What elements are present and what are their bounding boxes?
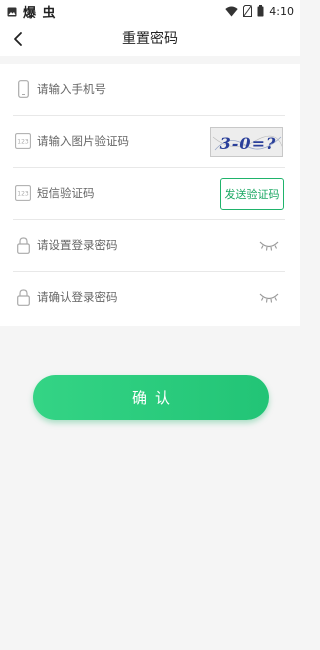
confirm-button[interactable]: 确认 xyxy=(33,375,269,420)
image-captcha-row: 123 3-0=? xyxy=(13,116,285,168)
status-time: 4:10 xyxy=(269,4,294,18)
reset-password-form: 123 3-0=? 123 发送验证码 xyxy=(0,64,300,326)
confirm-password-input[interactable] xyxy=(37,285,207,309)
sms-code-row: 123 发送验证码 xyxy=(13,168,285,220)
phone-input[interactable] xyxy=(37,77,207,101)
eye-closed-icon[interactable] xyxy=(259,238,279,252)
password-row xyxy=(13,220,285,272)
eye-closed-icon[interactable] xyxy=(259,290,279,304)
battery-icon xyxy=(257,2,264,21)
svg-text:123: 123 xyxy=(17,139,29,146)
phone-row xyxy=(13,64,285,116)
phone-icon xyxy=(15,79,31,99)
wifi-icon xyxy=(225,2,238,21)
status-bar: 爆 虫 4:10 xyxy=(0,0,300,22)
back-button[interactable] xyxy=(6,27,30,51)
status-left: 爆 虫 xyxy=(7,2,57,21)
chevron-left-icon xyxy=(14,32,22,46)
svg-text:3-0=?: 3-0=? xyxy=(220,134,277,153)
lock-icon xyxy=(15,287,31,307)
page-title: 重置密码 xyxy=(122,31,178,47)
no-sim-icon xyxy=(243,2,253,21)
numeric-123-icon: 123 xyxy=(15,131,31,151)
image-icon xyxy=(7,2,17,21)
lock-icon xyxy=(15,235,31,255)
status-right: 4:10 xyxy=(225,3,294,19)
send-sms-code-button[interactable]: 发送验证码 xyxy=(220,178,284,210)
svg-text:123: 123 xyxy=(17,191,29,198)
nav-bar: 重置密码 xyxy=(0,22,300,56)
numeric-123-icon: 123 xyxy=(15,183,31,203)
image-captcha-input[interactable] xyxy=(37,129,207,153)
sms-code-input[interactable] xyxy=(37,181,207,205)
confirm-password-row xyxy=(13,272,285,324)
password-input[interactable] xyxy=(37,233,207,257)
status-app-label: 爆 虫 xyxy=(23,5,57,21)
captcha-image[interactable]: 3-0=? xyxy=(210,127,283,157)
